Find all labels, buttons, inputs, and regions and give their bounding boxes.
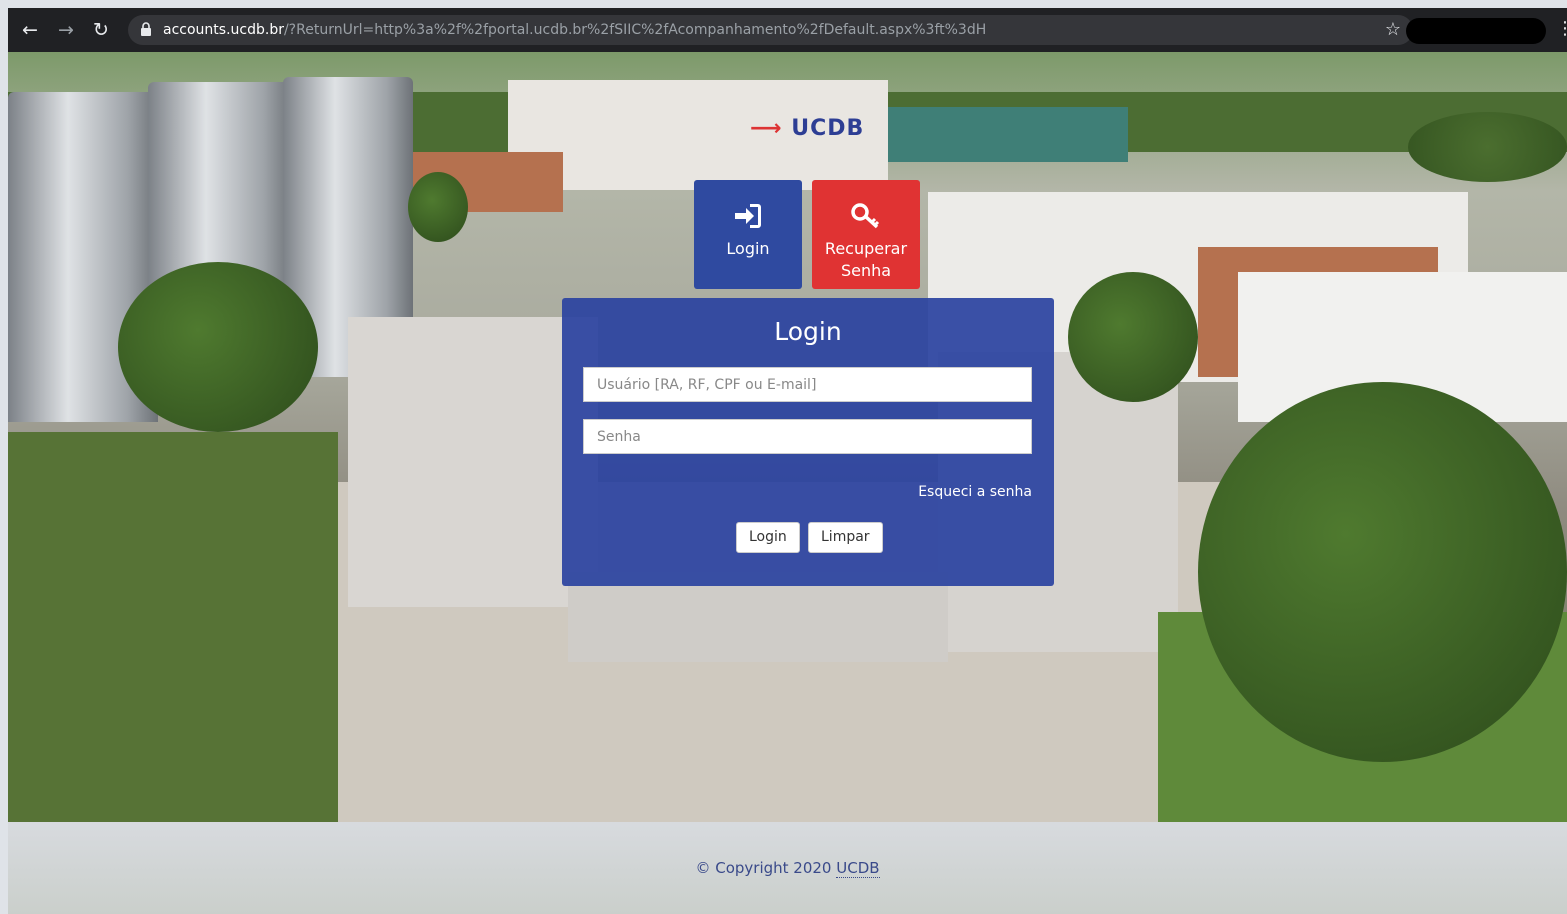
password-input[interactable] xyxy=(583,419,1032,454)
url-host: accounts.ucdb.br xyxy=(163,22,284,38)
star-icon[interactable]: ☆ xyxy=(1385,19,1401,40)
arrow-left-icon[interactable]: ← xyxy=(22,18,38,42)
menu-icon[interactable]: ⋮ xyxy=(1556,18,1567,39)
footer: © Copyright 2020 UCDB xyxy=(8,822,1567,914)
login-tile-label: Login xyxy=(726,239,770,258)
ucdb-logo: ⟶ UCDB xyxy=(750,116,865,141)
copyright-text: © Copyright 2020 xyxy=(695,859,832,877)
browser-toolbar: ← → ↻ accounts.ucdb.br/?ReturnUrl=http%3… xyxy=(8,8,1567,52)
address-bar[interactable]: accounts.ucdb.br/?ReturnUrl=http%3a%2f%2… xyxy=(128,15,1413,45)
login-tile[interactable]: Login xyxy=(694,180,802,289)
copyright-brand-link[interactable]: UCDB xyxy=(836,859,880,878)
forgot-password-link[interactable]: Esqueci a senha xyxy=(918,484,1032,500)
arrow-right-icon[interactable]: → xyxy=(58,18,74,42)
recover-tile-label: Recuperar Senha xyxy=(824,239,908,280)
clear-button[interactable]: Limpar xyxy=(808,522,883,553)
profile-redacted xyxy=(1406,18,1546,44)
key-icon xyxy=(851,203,880,229)
login-panel: Login Esqueci a senha Login Limpar xyxy=(562,298,1054,586)
url-text: accounts.ucdb.br/?ReturnUrl=http%3a%2f%2… xyxy=(163,21,986,39)
sign-in-icon xyxy=(735,204,761,228)
lock-icon xyxy=(141,22,151,36)
username-input[interactable] xyxy=(583,367,1032,402)
url-path: /?ReturnUrl=http%3a%2f%2fportal.ucdb.br%… xyxy=(283,22,987,38)
login-button[interactable]: Login xyxy=(736,522,800,553)
logo-text: UCDB xyxy=(791,116,865,141)
recover-password-tile[interactable]: Recuperar Senha xyxy=(812,180,920,289)
login-title: Login xyxy=(774,317,842,346)
copyright: © Copyright 2020 UCDB xyxy=(8,859,1567,878)
reload-icon[interactable]: ↻ xyxy=(93,18,109,42)
